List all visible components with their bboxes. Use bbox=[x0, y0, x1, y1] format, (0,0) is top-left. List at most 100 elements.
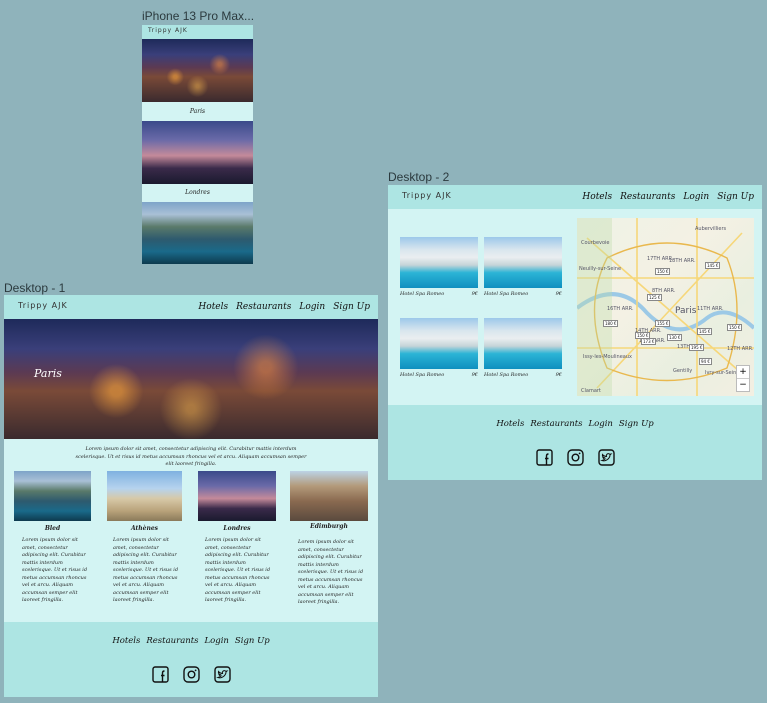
hotel-name: Hotel Spa Romeo bbox=[400, 372, 445, 378]
map-label: 11TH ARR. bbox=[697, 306, 724, 312]
map-label: Clamart bbox=[581, 388, 601, 394]
mobile-logo[interactable]: Trippy AJK bbox=[148, 27, 188, 34]
twitter-icon[interactable] bbox=[597, 449, 615, 466]
nav2-restaurants[interactable]: Restaurants bbox=[620, 192, 675, 202]
hotel-price: 9€ bbox=[471, 372, 478, 378]
footer-login[interactable]: Login bbox=[205, 636, 229, 646]
desktop2-footer-nav: Hotels Restaurants Login Sign Up bbox=[388, 419, 762, 429]
desktop2-artboard: Trippy AJK Hotels Restaurants Login Sign… bbox=[388, 185, 762, 480]
map-label: Aubervilliers bbox=[695, 226, 727, 232]
footer2-hotels[interactable]: Hotels bbox=[496, 419, 524, 429]
card-title-bled: Bled bbox=[44, 525, 61, 532]
hotel-image-4[interactable] bbox=[484, 318, 562, 369]
desktop1-social bbox=[4, 666, 378, 683]
map-label: Issy-les-Moulineaux bbox=[583, 354, 632, 360]
mobile-lake-image[interactable] bbox=[142, 202, 253, 264]
hotel-price: 9€ bbox=[471, 291, 478, 297]
facebook-icon[interactable] bbox=[535, 449, 553, 466]
desktop2-nav: Hotels Restaurants Login Sign Up bbox=[582, 192, 754, 202]
map-price-marker[interactable]: 145 € bbox=[697, 328, 713, 335]
footer2-signup[interactable]: Sign Up bbox=[619, 419, 654, 429]
hotel-caption-1: Hotel Spa Romeo 9€ bbox=[400, 291, 478, 297]
map-label: Ivry-sur-Seine bbox=[705, 370, 740, 376]
map-price-marker[interactable]: 195 € bbox=[689, 344, 705, 351]
desktop2-logo[interactable]: Trippy AJK bbox=[402, 191, 452, 200]
frame-label-desktop-2: Desktop - 2 bbox=[388, 170, 450, 184]
nav2-signup[interactable]: Sign Up bbox=[717, 192, 754, 202]
map-price-marker[interactable]: 94 € bbox=[699, 358, 712, 365]
map-price-marker[interactable]: 155 € bbox=[655, 320, 671, 327]
intro-text: Lorem ipsum dolor sit amet, consectetur … bbox=[75, 446, 307, 467]
zoom-out-button[interactable]: − bbox=[737, 378, 749, 391]
twitter-icon[interactable] bbox=[213, 666, 231, 683]
mobile-artboard: Trippy AJK Paris Londres bbox=[142, 25, 253, 264]
footer2-restaurants[interactable]: Restaurants bbox=[530, 419, 582, 429]
card-image-londres[interactable] bbox=[198, 471, 276, 521]
hotel-name: Hotel Spa Romeo bbox=[400, 291, 445, 297]
mobile-caption-londres: Londres bbox=[185, 189, 210, 196]
map-price-marker[interactable]: 125 € bbox=[647, 294, 663, 301]
map-label: Gentilly bbox=[673, 368, 693, 374]
desktop2-navbar: Trippy AJK Hotels Restaurants Login Sign… bbox=[388, 185, 762, 209]
card-image-bled[interactable] bbox=[14, 471, 91, 521]
instagram-icon[interactable] bbox=[566, 449, 584, 466]
mobile-caption-paris: Paris bbox=[189, 108, 206, 115]
nav-login[interactable]: Login bbox=[299, 302, 325, 312]
map-label: Paris bbox=[675, 306, 697, 316]
mobile-london-image[interactable] bbox=[142, 121, 253, 184]
hotel-caption-4: Hotel Spa Romeo 9€ bbox=[484, 372, 562, 378]
nav-signup[interactable]: Sign Up bbox=[333, 302, 370, 312]
hotel-name: Hotel Spa Romeo bbox=[484, 291, 529, 297]
card-title-athens: Athènes bbox=[130, 525, 159, 532]
nav2-hotels[interactable]: Hotels bbox=[582, 192, 612, 202]
hotel-price: 9€ bbox=[555, 291, 562, 297]
hotel-image-2[interactable] bbox=[484, 237, 562, 288]
hotel-image-3[interactable] bbox=[400, 318, 478, 369]
card-text-londres: Lorem ipsum dolor sit amet, consectetur … bbox=[205, 537, 271, 603]
footer-hotels[interactable]: Hotels bbox=[112, 636, 140, 646]
nav2-login[interactable]: Login bbox=[683, 192, 709, 202]
desktop1-navbar: Trippy AJK Hotels Restaurants Login Sign… bbox=[4, 295, 378, 319]
hotel-caption-2: Hotel Spa Romeo 9€ bbox=[484, 291, 562, 297]
footer-restaurants[interactable]: Restaurants bbox=[146, 636, 198, 646]
card-text-edimburgh: Lorem ipsum dolor sit amet, consectetur … bbox=[298, 539, 364, 605]
map-label: 18TH ARR. bbox=[669, 258, 696, 264]
desktop2-social bbox=[388, 449, 762, 466]
footer-signup[interactable]: Sign Up bbox=[235, 636, 270, 646]
zoom-in-button[interactable]: + bbox=[737, 366, 749, 378]
hero-title: Paris bbox=[34, 367, 62, 380]
desktop1-logo[interactable]: Trippy AJK bbox=[18, 301, 68, 310]
map-zoom-controls: + − bbox=[736, 365, 750, 392]
card-title-edimburgh: Edimburgh bbox=[310, 523, 348, 530]
hotel-map[interactable]: Paris 17TH ARR. 18TH ARR. 16TH ARR. 8TH ARR.… bbox=[577, 218, 754, 396]
map-label: 12TH ARR. bbox=[727, 346, 754, 352]
frame-label-desktop-1: Desktop - 1 bbox=[4, 281, 66, 295]
hero-image: Paris bbox=[4, 319, 378, 439]
map-price-marker[interactable]: 150 € bbox=[655, 268, 671, 275]
hotel-price: 9€ bbox=[555, 372, 562, 378]
map-price-marker[interactable]: 130 € bbox=[667, 334, 683, 341]
card-text-athens: Lorem ipsum dolor sit amet, consectetur … bbox=[113, 537, 179, 603]
card-text-bled: Lorem ipsum dolor sit amet, consectetur … bbox=[22, 537, 88, 603]
map-price-marker[interactable]: 180 € bbox=[603, 320, 619, 327]
nav-restaurants[interactable]: Restaurants bbox=[236, 302, 291, 312]
mobile-navbar: Trippy AJK bbox=[142, 25, 253, 39]
map-label: Courbevoie bbox=[581, 240, 610, 246]
map-label: Neuilly-sur-Seine bbox=[579, 266, 622, 272]
nav-hotels[interactable]: Hotels bbox=[198, 302, 228, 312]
instagram-icon[interactable] bbox=[182, 666, 200, 683]
card-image-edimburgh[interactable] bbox=[290, 471, 368, 521]
desktop1-artboard: Trippy AJK Hotels Restaurants Login Sign… bbox=[4, 295, 378, 697]
facebook-icon[interactable] bbox=[151, 666, 169, 683]
hotel-image-1[interactable] bbox=[400, 237, 478, 288]
card-title-londres: Londres bbox=[223, 525, 251, 532]
hotel-name: Hotel Spa Romeo bbox=[484, 372, 529, 378]
desktop1-footer-nav: Hotels Restaurants Login Sign Up bbox=[4, 636, 378, 646]
mobile-paris-image[interactable] bbox=[142, 39, 253, 102]
card-image-athens[interactable] bbox=[107, 471, 182, 521]
map-price-marker[interactable]: 150 € bbox=[727, 324, 743, 331]
map-price-marker[interactable]: 145 € bbox=[705, 262, 721, 269]
map-price-marker[interactable]: 173 € bbox=[641, 338, 657, 345]
hotel-caption-3: Hotel Spa Romeo 9€ bbox=[400, 372, 478, 378]
footer2-login[interactable]: Login bbox=[589, 419, 613, 429]
